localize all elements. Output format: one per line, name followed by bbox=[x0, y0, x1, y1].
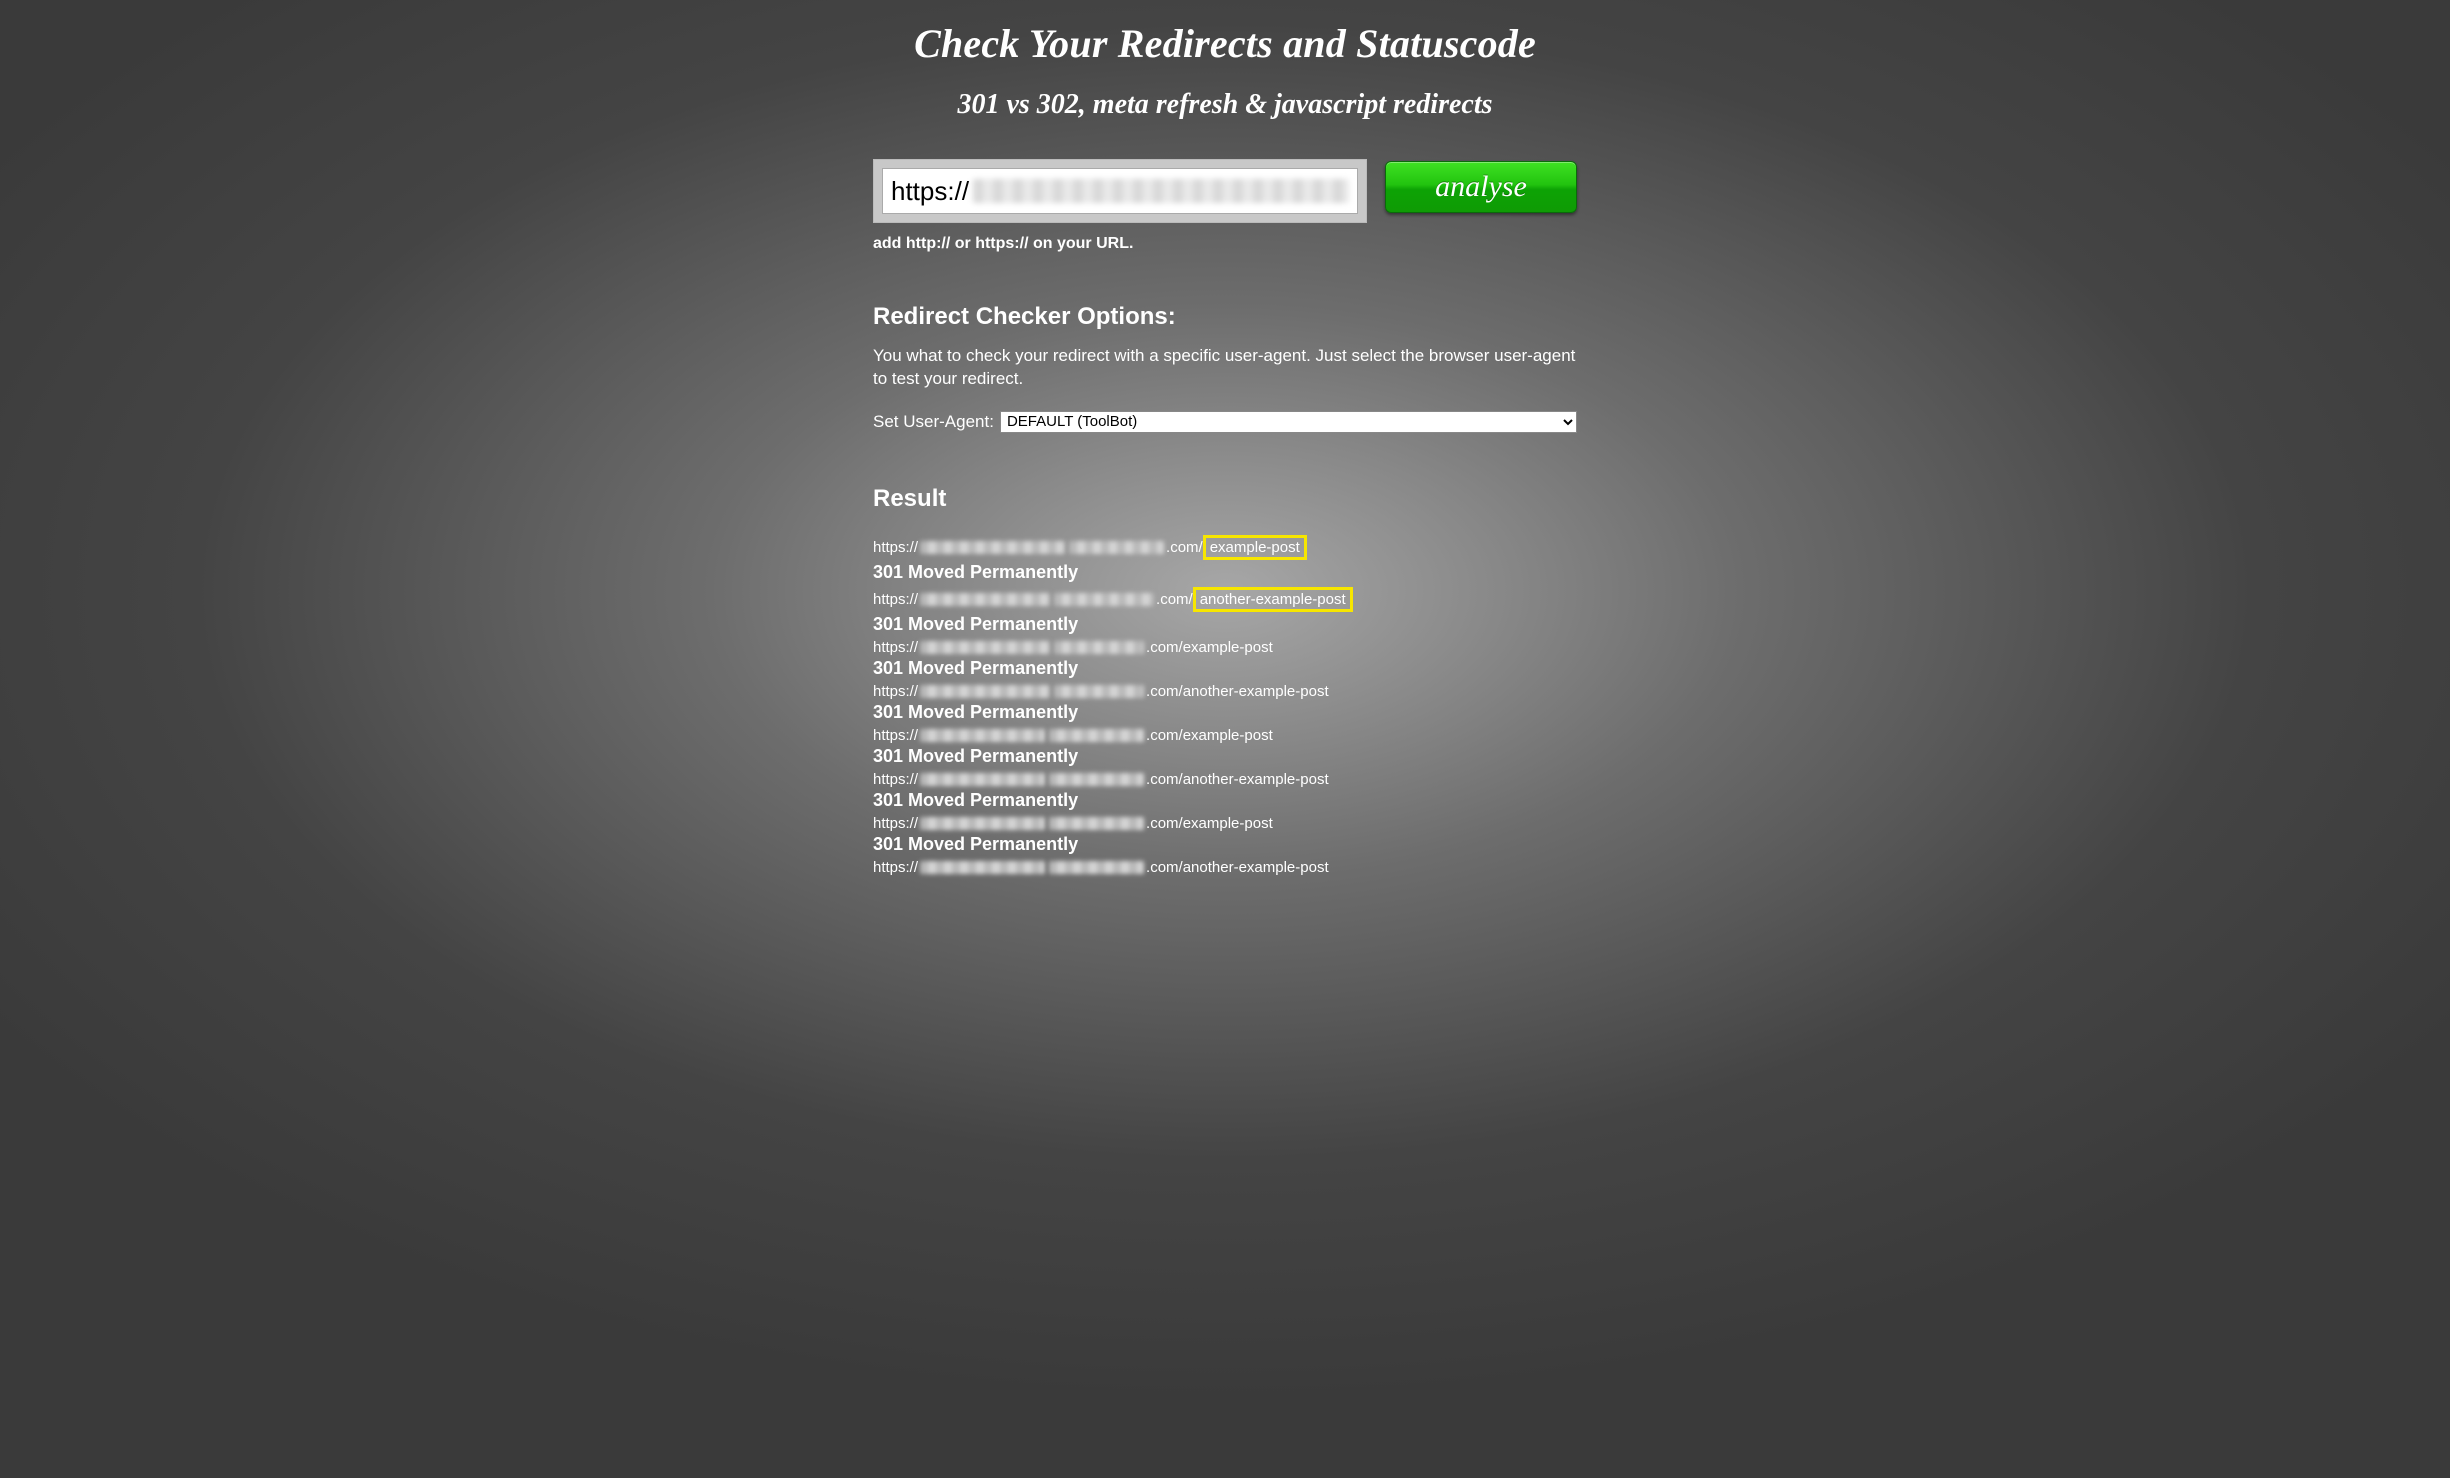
url-hint: add http:// or https:// on your URL. bbox=[873, 235, 1577, 253]
result-url-redacted bbox=[1049, 729, 1144, 742]
result-url-line: https:// .com/another-example-post bbox=[873, 683, 1577, 700]
result-url-redacted bbox=[920, 729, 1045, 742]
results-list: https://.com/example-post301 Moved Perma… bbox=[873, 535, 1577, 876]
result-url-suffix: .com/example-post bbox=[1146, 727, 1273, 744]
url-input-wrap: https:// bbox=[873, 159, 1367, 223]
result-url-redacted bbox=[920, 541, 1065, 554]
input-row: https:// analyse bbox=[873, 159, 1577, 223]
result-url-prefix: https:// bbox=[873, 683, 918, 700]
result-url-redacted bbox=[920, 641, 1050, 654]
result-url-highlighted-path: example-post bbox=[1203, 535, 1307, 560]
result-url-redacted bbox=[920, 817, 1045, 830]
result-title: Result bbox=[873, 485, 1577, 513]
result-url-prefix: https:// bbox=[873, 727, 918, 744]
result-url-redacted bbox=[920, 773, 1045, 786]
page-title: Check Your Redirects and Statuscode bbox=[873, 20, 1577, 67]
result-status: 301 Moved Permanently bbox=[873, 702, 1577, 723]
url-input-prefix: https:// bbox=[891, 176, 969, 207]
result-url-line: https:// .com/another-example-post bbox=[873, 587, 1577, 612]
main-container: Check Your Redirects and Statuscode 301 … bbox=[873, 0, 1577, 918]
user-agent-label: Set User-Agent: bbox=[873, 412, 994, 432]
result-status: 301 Moved Permanently bbox=[873, 834, 1577, 855]
result-url-redacted bbox=[1069, 541, 1164, 554]
result-status: 301 Moved Permanently bbox=[873, 614, 1577, 635]
result-url-prefix: https:// bbox=[873, 815, 918, 832]
result-url-suffix: .com/ bbox=[1166, 539, 1203, 556]
result-url-suffix: .com/another-example-post bbox=[1146, 859, 1329, 876]
result-url-redacted bbox=[1049, 773, 1144, 786]
result-url-redacted bbox=[1049, 861, 1144, 874]
result-url-prefix: https:// bbox=[873, 859, 918, 876]
result-url-prefix: https:// bbox=[873, 591, 918, 608]
result-url-line: https:// .com/example-post bbox=[873, 535, 1577, 560]
analyse-button[interactable]: analyse bbox=[1385, 161, 1577, 213]
result-url-line: https:// .com/example-post bbox=[873, 639, 1577, 656]
url-input[interactable]: https:// bbox=[882, 168, 1358, 214]
result-status: 301 Moved Permanently bbox=[873, 562, 1577, 583]
page-subtitle: 301 vs 302, meta refresh & javascript re… bbox=[873, 89, 1577, 121]
user-agent-row: Set User-Agent: DEFAULT (ToolBot) bbox=[873, 411, 1577, 433]
result-url-line: https:// .com/example-post bbox=[873, 815, 1577, 832]
result-url-suffix: .com/another-example-post bbox=[1146, 683, 1329, 700]
result-url-line: https:// .com/example-post bbox=[873, 727, 1577, 744]
result-url-prefix: https:// bbox=[873, 639, 918, 656]
result-url-suffix: .com/example-post bbox=[1146, 815, 1273, 832]
result-url-redacted bbox=[920, 861, 1045, 874]
result-url-line: https:// .com/another-example-post bbox=[873, 771, 1577, 788]
result-url-prefix: https:// bbox=[873, 539, 918, 556]
result-status: 301 Moved Permanently bbox=[873, 746, 1577, 767]
result-url-suffix: .com/ bbox=[1156, 591, 1193, 608]
options-title: Redirect Checker Options: bbox=[873, 303, 1577, 331]
result-status: 301 Moved Permanently bbox=[873, 790, 1577, 811]
user-agent-select[interactable]: DEFAULT (ToolBot) bbox=[1000, 411, 1577, 433]
result-url-redacted bbox=[1054, 641, 1144, 654]
url-input-redacted bbox=[973, 179, 1349, 203]
result-url-line: https:// .com/another-example-post bbox=[873, 859, 1577, 876]
result-url-redacted bbox=[1049, 817, 1144, 830]
result-url-redacted bbox=[1054, 685, 1144, 698]
result-url-suffix: .com/another-example-post bbox=[1146, 771, 1329, 788]
result-status: 301 Moved Permanently bbox=[873, 658, 1577, 679]
result-url-highlighted-path: another-example-post bbox=[1193, 587, 1353, 612]
options-description: You what to check your redirect with a s… bbox=[873, 345, 1577, 391]
result-url-suffix: .com/example-post bbox=[1146, 639, 1273, 656]
result-url-redacted bbox=[1054, 593, 1154, 606]
result-url-redacted bbox=[920, 593, 1050, 606]
result-url-redacted bbox=[920, 685, 1050, 698]
result-url-prefix: https:// bbox=[873, 771, 918, 788]
